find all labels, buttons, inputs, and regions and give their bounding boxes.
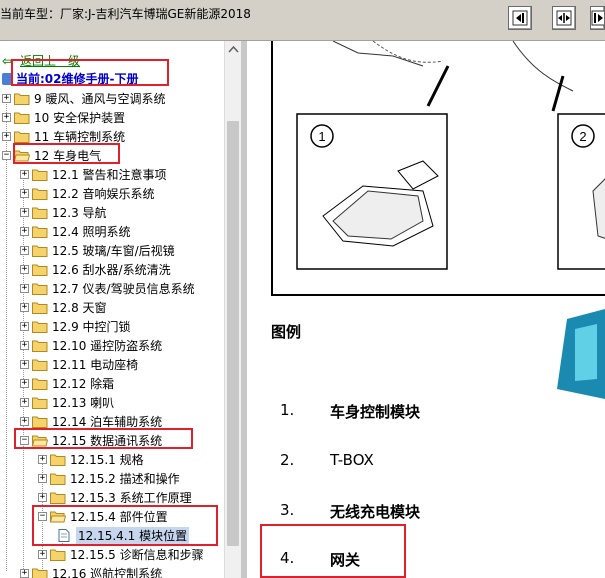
legend-num-2: 2.: [280, 451, 295, 469]
folder-icon: [32, 302, 48, 314]
collapse-toggle-icon[interactable]: −: [2, 151, 11, 160]
tree-item-label: 12.11 电动座椅: [52, 358, 139, 372]
title-bar: 当前车型：厂家:J-吉利汽车博瑞GE新能源2018: [0, 0, 605, 41]
folder-icon: [14, 131, 30, 143]
tree-item-label: 12.1 警告和注意事项: [52, 168, 167, 182]
expand-toggle-icon[interactable]: +: [20, 189, 29, 198]
folder-icon: [32, 359, 48, 371]
expand-toggle-icon[interactable]: +: [38, 474, 47, 483]
folder-icon: [32, 169, 48, 181]
expand-toggle-icon[interactable]: +: [20, 322, 29, 331]
highlight-box-data-comm: [14, 428, 193, 449]
expand-toggle-icon[interactable]: +: [20, 303, 29, 312]
highlight-box-current: [11, 59, 169, 86]
callout-2: 2: [579, 129, 586, 144]
folder-icon: [14, 93, 30, 105]
callout-1: 1: [318, 129, 325, 144]
folder-icon: [50, 473, 66, 485]
legend-num-1: 1.: [280, 401, 295, 419]
tree-item-label: 12.16 巡航控制系统: [52, 567, 163, 578]
expand-toggle-icon[interactable]: +: [38, 550, 47, 559]
expand-toggle-icon[interactable]: +: [20, 398, 29, 407]
legend-text-3: 无线充电模块: [330, 503, 421, 521]
folder-icon: [32, 283, 48, 295]
folder-icon: [32, 378, 48, 390]
expand-toggle-icon[interactable]: +: [20, 227, 29, 236]
tree-item-label: 12.6 刮水器/系统清洗: [52, 263, 171, 277]
expand-toggle-icon[interactable]: +: [20, 360, 29, 369]
folder-icon: [14, 112, 30, 124]
highlight-box-component-location: [32, 505, 218, 546]
tree-item-label: 12.12 除霜: [52, 377, 115, 391]
panel-right-icon: [591, 10, 604, 26]
expand-toggle-icon[interactable]: +: [20, 569, 29, 578]
tree-item-label: 12.3 导航: [52, 206, 107, 220]
folder-icon: [32, 226, 48, 238]
panel-left-icon: [512, 10, 528, 26]
folder-icon: [32, 568, 48, 578]
tree-item-label: 12.9 中控门锁: [52, 320, 131, 334]
tree-scrollbar[interactable]: [224, 41, 242, 578]
chapter-tree: ⇦ 返回上一级 当前:02维修手册-下册 +9 暖风、通风与空调系统 +10 安全保护装…: [0, 41, 242, 578]
tree-item-label: 9 暖风、通风与空调系统: [34, 92, 166, 106]
current-vehicle-label: 当前车型：厂家:J-吉利汽车博瑞GE新能源2018: [0, 7, 251, 21]
expand-toggle-icon[interactable]: +: [2, 94, 11, 103]
expand-toggle-icon[interactable]: +: [20, 246, 29, 255]
watermark-logo: [557, 309, 605, 399]
folder-icon: [32, 264, 48, 276]
folder-icon: [32, 245, 48, 257]
folder-icon: [32, 340, 48, 352]
expand-toggle-icon[interactable]: +: [20, 170, 29, 179]
legend-text-1: 车身控制模块: [330, 403, 421, 421]
expand-toggle-icon[interactable]: +: [20, 341, 29, 350]
tree-guide: [6, 101, 7, 571]
chevron-up-icon: [228, 45, 239, 53]
expand-toggle-icon[interactable]: +: [2, 132, 11, 141]
module-location-illustration: 1 2: [296, 41, 605, 270]
tree-item-label: 12.15.2 描述和操作: [70, 472, 180, 486]
folder-icon: [32, 207, 48, 219]
expand-toggle-icon[interactable]: +: [20, 265, 29, 274]
scroll-up-button[interactable]: [225, 41, 242, 58]
highlight-box-gateway: [260, 524, 406, 578]
tree-item-label: 12.4 照明系统: [52, 225, 131, 239]
tree-item-label: 12.15.5 诊断信息和步骤: [70, 548, 204, 562]
collapse-left-button[interactable]: [508, 6, 532, 30]
tree-item-label: 12.13 喇叭: [52, 396, 115, 410]
tree-item-label: 12.15.1 规格: [70, 453, 144, 467]
expand-toggle-icon[interactable]: +: [20, 379, 29, 388]
folder-icon: [32, 321, 48, 333]
tree-item-label: 12.8 天窗: [52, 301, 107, 315]
scroll-thumb[interactable]: [227, 121, 239, 546]
folder-icon: [50, 549, 66, 561]
highlight-box-body-electrical: [13, 143, 120, 164]
document-view: 1 2 图例 1. 车身控制模块 2. T-BOX 3. 无线充电模块 4. 网…: [247, 41, 605, 578]
tree-item-label: 12.5 玻璃/车窗/后视镜: [52, 244, 175, 258]
legend-num-3: 3.: [280, 501, 295, 519]
tree-item-label: 12.2 音响娱乐系统: [52, 187, 155, 201]
legend-title: 图例: [271, 323, 302, 341]
component-diagram: 1 2: [271, 41, 605, 296]
folder-icon: [32, 416, 48, 428]
folder-icon: [50, 454, 66, 466]
expand-toggle-icon[interactable]: +: [38, 455, 47, 464]
panel-split-icon: [556, 10, 572, 26]
expand-toggle-icon[interactable]: +: [20, 208, 29, 217]
folder-icon: [50, 492, 66, 504]
folder-icon: [32, 188, 48, 200]
expand-toggle-icon[interactable]: +: [38, 493, 47, 502]
split-view-button[interactable]: [552, 6, 576, 30]
tree-item-label: 10 安全保护装置: [34, 111, 126, 125]
expand-toggle-icon[interactable]: +: [2, 113, 11, 122]
legend-text-2: T-BOX: [330, 451, 374, 469]
folder-icon: [32, 397, 48, 409]
tree-item-label: 12.10 遥控防盗系统: [52, 339, 163, 353]
expand-right-button[interactable]: [590, 6, 605, 30]
expand-toggle-icon[interactable]: +: [20, 417, 29, 426]
tree-item-label: 12.7 仪表/驾驶员信息系统: [52, 282, 195, 296]
expand-toggle-icon[interactable]: +: [20, 284, 29, 293]
